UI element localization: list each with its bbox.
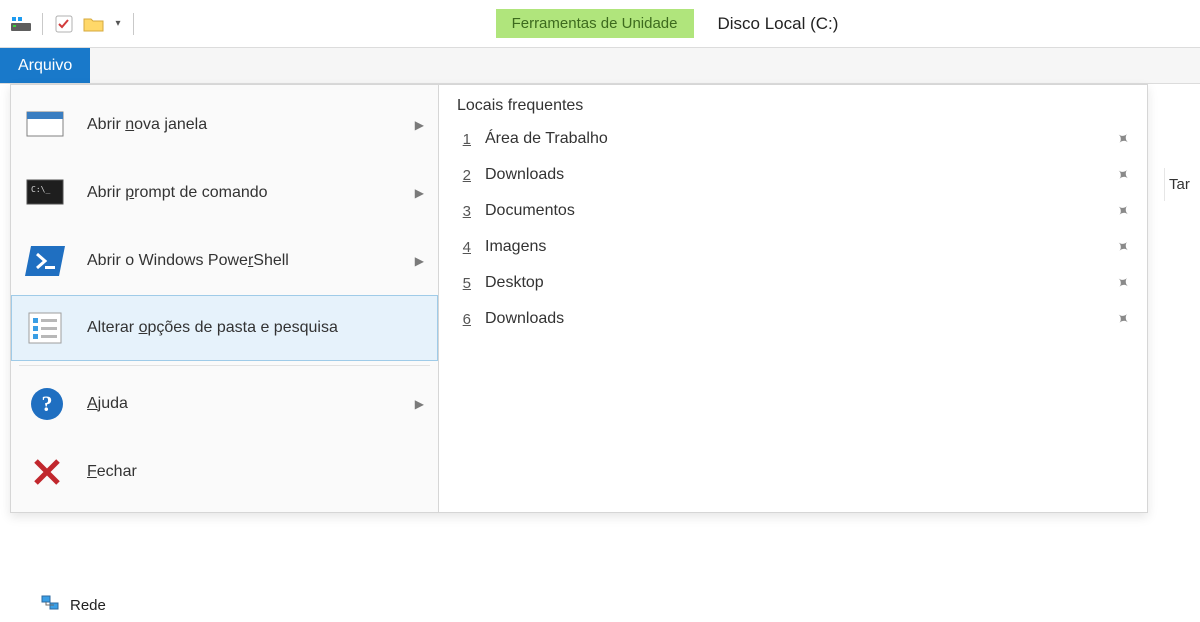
tree-item-network[interactable]: Rede [40, 594, 106, 616]
file-item-new-window[interactable]: Abrir nova janela ▶ [11, 91, 438, 159]
network-icon [40, 594, 60, 616]
title-bar: ▾ Ferramentas de Unidade Disco Local (C:… [0, 0, 1200, 48]
new-folder-icon[interactable] [83, 13, 105, 35]
options-icon [25, 308, 69, 348]
pin-icon[interactable]: ✦ [1111, 127, 1134, 151]
file-item-label: Abrir nova janela [87, 116, 397, 134]
drive-icon [10, 13, 32, 35]
chevron-right-icon: ▶ [415, 186, 424, 200]
tab-file[interactable]: Arquivo [0, 48, 90, 83]
frequent-item[interactable]: 4 Imagens ✦ [457, 229, 1129, 265]
powershell-icon [25, 241, 69, 281]
freq-label: Downloads [485, 166, 1102, 184]
pin-icon[interactable]: ✦ [1111, 307, 1134, 331]
frequent-places-header: Locais frequentes [457, 97, 1129, 121]
terminal-icon: C:\_ [25, 173, 69, 213]
freq-label: Desktop [485, 274, 1102, 292]
pin-icon[interactable]: ✦ [1111, 271, 1134, 295]
frequent-item[interactable]: 6 Downloads ✦ [457, 301, 1129, 337]
freq-number: 3 [457, 203, 471, 220]
help-icon: ? [25, 384, 69, 424]
properties-icon[interactable] [53, 13, 75, 35]
freq-label: Downloads [485, 310, 1102, 328]
freq-number: 1 [457, 131, 471, 148]
file-item-close[interactable]: Fechar [11, 438, 438, 506]
pin-icon[interactable]: ✦ [1111, 163, 1134, 187]
freq-number: 6 [457, 311, 471, 328]
file-item-folder-options[interactable]: Alterar opções de pasta e pesquisa [11, 295, 438, 361]
frequent-item[interactable]: 5 Desktop ✦ [457, 265, 1129, 301]
chevron-right-icon: ▶ [415, 118, 424, 132]
qat-dropdown-icon[interactable]: ▾ [113, 13, 123, 35]
freq-label: Área de Trabalho [485, 130, 1102, 148]
file-menu-left: Abrir nova janela ▶ C:\_ Abrir prompt de… [11, 85, 439, 512]
chevron-right-icon: ▶ [415, 397, 424, 411]
svg-text:?: ? [42, 391, 53, 416]
tree-item-label: Rede [70, 597, 106, 614]
file-item-label: Alterar opções de pasta e pesquisa [87, 319, 424, 337]
frequent-places-panel: Locais frequentes 1 Área de Trabalho ✦ 2… [439, 85, 1147, 512]
file-item-help[interactable]: ? Ajuda ▶ [11, 370, 438, 438]
column-header-fragment: Tar [1164, 168, 1200, 201]
menu-separator [19, 365, 430, 366]
separator [133, 13, 134, 35]
frequent-item[interactable]: 3 Documentos ✦ [457, 193, 1129, 229]
file-item-label: Abrir prompt de comando [87, 184, 397, 202]
separator [42, 13, 43, 35]
chevron-right-icon: ▶ [415, 254, 424, 268]
file-item-powershell[interactable]: Abrir o Windows PowerShell ▶ [11, 227, 438, 295]
freq-number: 5 [457, 275, 471, 292]
close-icon [25, 452, 69, 492]
window-icon [25, 105, 69, 145]
ribbon-tab-row: Arquivo [0, 48, 1200, 84]
file-item-label: Fechar [87, 463, 424, 481]
svg-text:C:\_: C:\_ [31, 185, 50, 194]
window-title: Disco Local (C:) [718, 14, 839, 34]
freq-label: Documentos [485, 202, 1102, 220]
freq-label: Imagens [485, 238, 1102, 256]
context-tab-drive-tools[interactable]: Ferramentas de Unidade [496, 9, 694, 38]
freq-number: 4 [457, 239, 471, 256]
pin-icon[interactable]: ✦ [1111, 235, 1134, 259]
file-item-command-prompt[interactable]: C:\_ Abrir prompt de comando ▶ [11, 159, 438, 227]
frequent-item[interactable]: 1 Área de Trabalho ✦ [457, 121, 1129, 157]
frequent-item[interactable]: 2 Downloads ✦ [457, 157, 1129, 193]
file-item-label: Abrir o Windows PowerShell [87, 252, 397, 270]
file-menu: Abrir nova janela ▶ C:\_ Abrir prompt de… [10, 84, 1148, 513]
file-item-label: Ajuda [87, 395, 397, 413]
pin-icon[interactable]: ✦ [1111, 199, 1134, 223]
freq-number: 2 [457, 167, 471, 184]
